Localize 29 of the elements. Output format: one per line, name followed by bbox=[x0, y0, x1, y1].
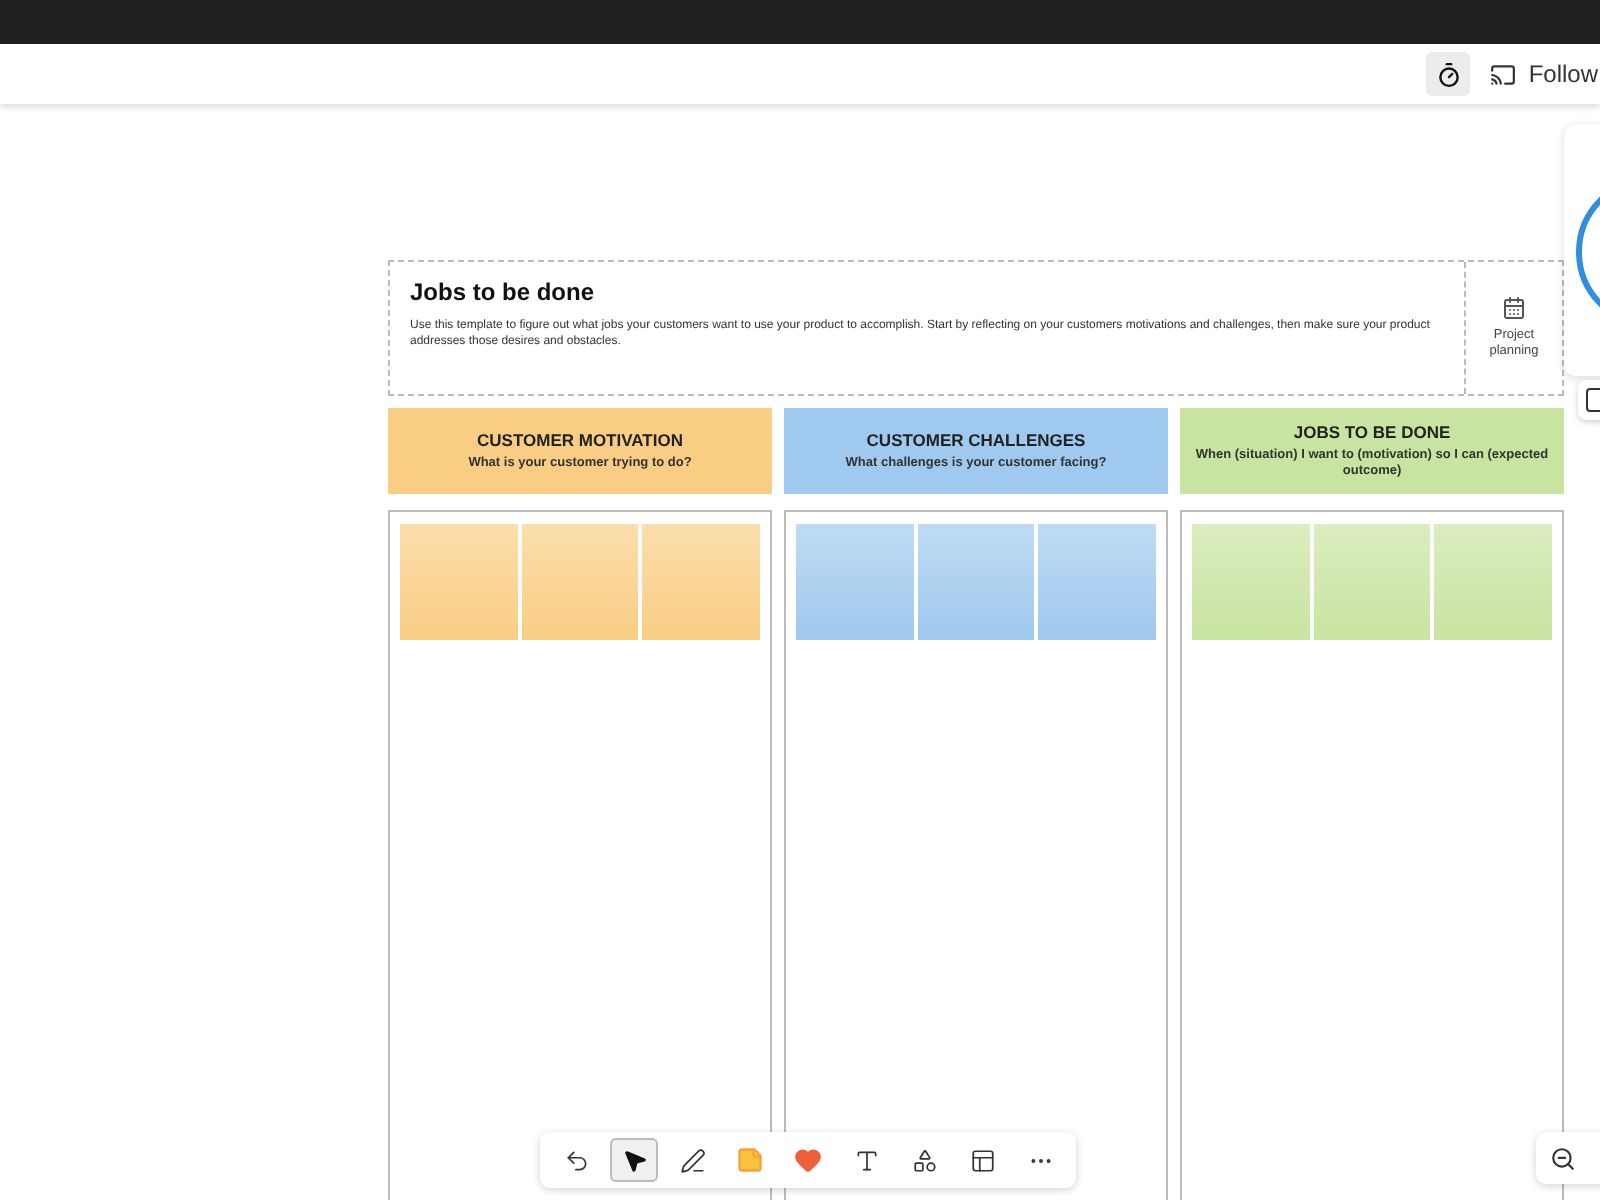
screen-share-icon bbox=[1490, 61, 1517, 87]
zoom-out-icon bbox=[1550, 1145, 1576, 1171]
sticky-note[interactable] bbox=[917, 524, 1035, 640]
column-title: CUSTOMER CHALLENGES bbox=[866, 430, 1086, 451]
sticky-note[interactable] bbox=[642, 524, 761, 640]
sticky-note[interactable] bbox=[1192, 524, 1310, 640]
text-icon bbox=[853, 1147, 879, 1173]
column-title: CUSTOMER MOTIVATION bbox=[477, 430, 683, 451]
shapes-icon bbox=[911, 1147, 937, 1173]
zoom-out-button[interactable] bbox=[1536, 1132, 1600, 1184]
sticky-note[interactable] bbox=[521, 524, 639, 640]
calendar-icon bbox=[1502, 295, 1526, 320]
layout-icon bbox=[969, 1147, 995, 1173]
tool-button[interactable] bbox=[610, 1138, 658, 1182]
sticky-note[interactable] bbox=[796, 524, 914, 640]
sticky-note[interactable] bbox=[400, 524, 518, 640]
undo-icon bbox=[563, 1147, 589, 1173]
heart-icon bbox=[794, 1146, 822, 1174]
pen-icon bbox=[679, 1147, 705, 1173]
pointer-icon bbox=[621, 1147, 647, 1173]
template-title: Jobs to be done bbox=[410, 278, 597, 306]
column-title: JOBS TO BE DONE bbox=[1293, 422, 1451, 443]
timer-button[interactable] bbox=[1426, 52, 1471, 96]
sticky-note[interactable] bbox=[1313, 524, 1431, 640]
sticky-note-icon bbox=[736, 1146, 764, 1174]
sticky-note[interactable] bbox=[1038, 524, 1157, 640]
follow-button[interactable]: Follow bbox=[1490, 60, 1598, 88]
sticky-note[interactable] bbox=[1434, 524, 1553, 640]
stopwatch-icon bbox=[1435, 61, 1462, 87]
